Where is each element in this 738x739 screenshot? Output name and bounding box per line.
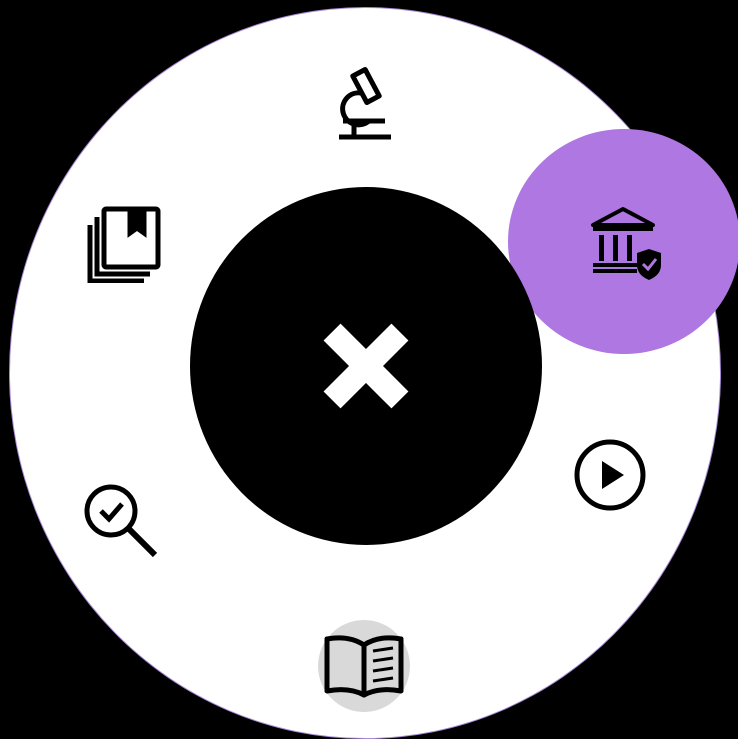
microscope-icon — [339, 66, 391, 140]
bookmark-collection-icon — [87, 206, 161, 283]
play-circle-icon — [574, 439, 646, 511]
close-icon — [323, 323, 409, 409]
menu-item-research[interactable] — [327, 62, 401, 144]
open-book-icon — [324, 635, 404, 698]
search-check-icon — [84, 484, 158, 558]
menu-item-institution[interactable] — [585, 204, 667, 284]
menu-item-review[interactable] — [80, 480, 162, 562]
menu-item-reading[interactable] — [318, 620, 410, 712]
menu-item-play[interactable] — [570, 435, 650, 515]
bank-shield-icon — [591, 207, 661, 280]
menu-item-library[interactable] — [83, 202, 165, 284]
close-button[interactable] — [190, 187, 542, 545]
